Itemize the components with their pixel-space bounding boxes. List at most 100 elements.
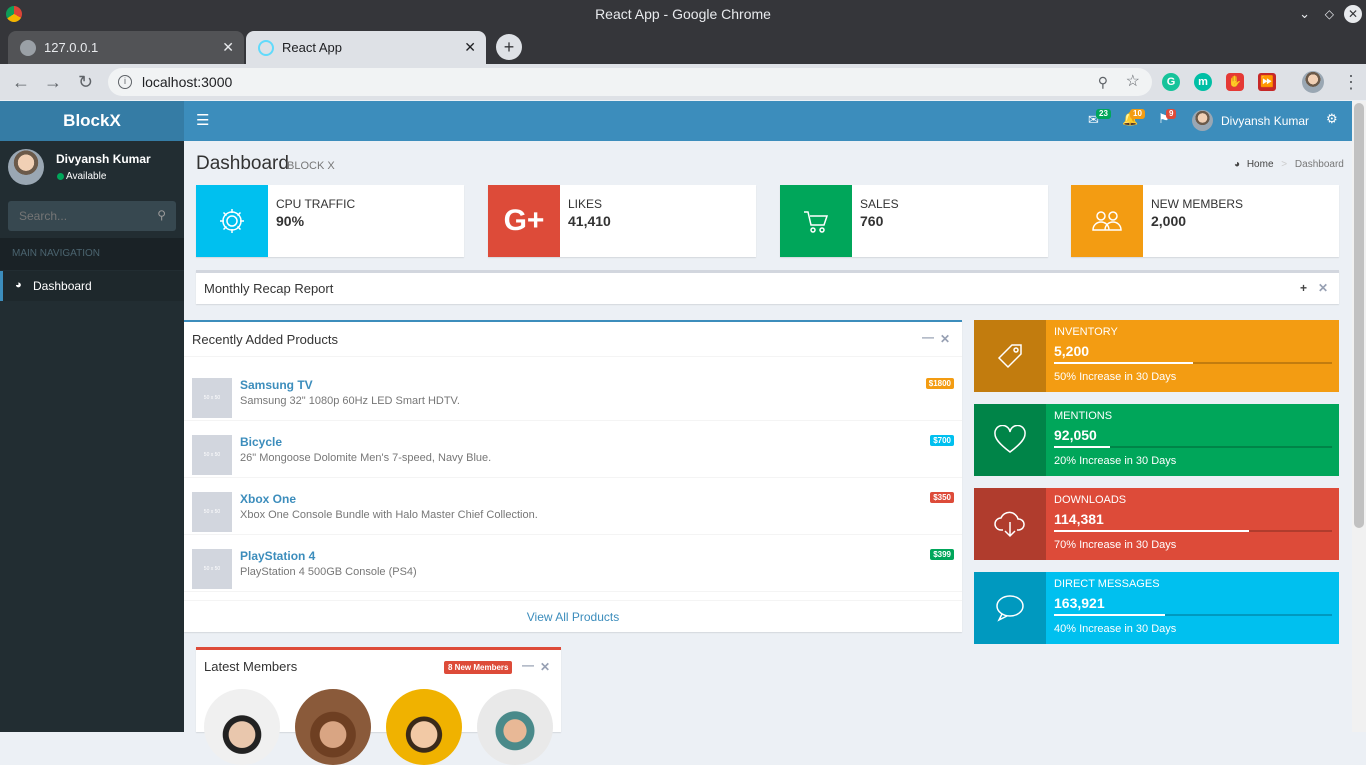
scrollbar-thumb[interactable] [1354,103,1364,528]
close-tab-icon[interactable]: ✕ [464,31,476,64]
brand-logo[interactable]: BlockX [0,101,184,141]
info-box-label: SALES [860,197,899,211]
price-badge: $700 [930,435,954,446]
tab-label: React App [282,40,342,55]
stat-box-downloads: DOWNLOADS 114,381 70% Increase in 30 Day… [974,488,1339,560]
react-icon [258,40,274,56]
price-badge: $399 [930,549,954,560]
progress-fill [1054,614,1166,616]
close-window-icon[interactable]: ✕ [1344,5,1362,23]
product-thumbnail: 50 x 50 [192,492,232,532]
sidebar-search-box: ⚲ [8,201,176,231]
member-avatar[interactable] [477,689,553,765]
navbar-user-avatar[interactable] [1192,110,1213,131]
page-scrollbar[interactable] [1352,101,1366,732]
info-box-label: CPU TRAFFIC [276,197,356,211]
tab-react-app[interactable]: React App ✕ [246,31,486,64]
stop-extension-icon[interactable]: ✋ [1226,73,1244,91]
product-thumbnail: 50 x 50 [192,378,232,418]
monthly-recap-box: Monthly Recap Report + ✕ [196,270,1339,304]
info-box-sales: SALES 760 [780,185,1048,257]
maximize-icon[interactable]: ◇ [1325,0,1334,28]
view-all-products-link[interactable]: View All Products [527,610,620,624]
back-icon[interactable]: ← [12,72,30,92]
profile-avatar[interactable] [1302,71,1324,93]
grammarly-extension-icon[interactable]: G [1162,73,1180,91]
member-avatar[interactable] [295,689,371,765]
product-description: Xbox One Console Bundle with Halo Master… [240,509,538,521]
search-input[interactable] [8,201,148,231]
sidebar-user-name: Divyansh Kumar [56,152,151,166]
user-status: Available [66,171,107,182]
info-box-cpu-traffic: CPU TRAFFIC 90% [196,185,464,257]
stat-value: 5,200 [1054,343,1090,359]
box-title: Latest Members [204,659,298,674]
zoom-icon[interactable]: ⚲ [1098,68,1108,96]
stat-description: 50% Increase in 30 Days [1054,371,1177,383]
menu-kebab-icon[interactable]: ⋮ [1342,72,1360,92]
product-item: 50 x 50 Bicycle 26" Mongoose Dolomite Me… [184,421,962,478]
m-extension-icon[interactable]: m [1194,73,1212,91]
product-name-link[interactable]: Xbox One [240,492,296,506]
breadcrumb-home[interactable]: Home [1247,159,1274,170]
breadcrumb-current: Dashboard [1294,159,1344,170]
online-status-icon [57,173,64,180]
sidebar-item-label: Dashboard [33,279,92,293]
collapse-minus-icon[interactable]: — [522,658,534,672]
tab-label: 127.0.0.1 [44,40,99,55]
navbar-user-name[interactable]: Divyansh Kumar [1221,114,1309,128]
media-extension-icon[interactable]: ⏩ [1258,73,1276,91]
sidebar-item-dashboard[interactable]: ◕ Dashboard [0,271,184,301]
url-input[interactable]: i localhost:3000 ⚲ ☆ [108,68,1152,96]
cart-icon [780,185,852,257]
chat-icon [974,572,1046,644]
tab-127[interactable]: 127.0.0.1 ✕ [8,31,244,64]
member-avatar[interactable] [386,689,462,765]
forward-icon[interactable]: → [44,72,62,92]
stat-value: 92,050 [1054,427,1097,443]
progress-bar [1054,530,1332,532]
expand-plus-icon[interactable]: + [1300,281,1307,295]
info-icon[interactable]: i [118,75,132,89]
new-members-badge: 8 New Members [444,661,513,674]
progress-bar [1054,614,1332,616]
stat-label: DOWNLOADS [1054,494,1127,506]
close-icon[interactable]: ✕ [540,660,550,674]
info-box-value: 90% [276,213,305,229]
info-box-value: 760 [860,213,884,229]
product-name-link[interactable]: Samsung TV [240,378,313,392]
heart-icon [974,404,1046,476]
window-titlebar: React App - Google Chrome ⌄ ◇ ✕ [0,0,1366,28]
reload-icon[interactable]: ↻ [78,72,93,92]
chrome-logo-icon [6,6,22,22]
stat-value: 114,381 [1054,511,1104,527]
page-title: Dashboard [196,153,289,174]
alerts-badge: 10 [1130,109,1145,119]
info-box-value: 41,410 [568,213,611,229]
breadcrumb-separator: > [1281,159,1288,170]
product-name-link[interactable]: PlayStation 4 [240,549,315,563]
product-name-link[interactable]: Bicycle [240,435,282,449]
minimize-icon[interactable]: ⌄ [1299,0,1310,28]
stat-label: INVENTORY [1054,326,1118,338]
gear-icon [196,185,268,257]
close-tab-icon[interactable]: ✕ [222,31,234,64]
info-box-new-members: NEW MEMBERS 2,000 [1071,185,1339,257]
close-icon[interactable]: ✕ [1318,281,1328,295]
top-navbar: ☰ ✉ 23 🔔 10 ⚑ 9 Divyansh Kumar ⚙ [184,101,1352,141]
close-icon[interactable]: ✕ [940,332,950,346]
box-title: Monthly Recap Report [204,281,334,296]
stat-description: 20% Increase in 30 Days [1054,455,1177,467]
product-thumbnail: 50 x 50 [192,549,232,589]
new-tab-button[interactable]: + [496,34,522,60]
product-item: 50 x 50 Samsung TV Samsung 32" 1080p 60H… [184,364,962,421]
member-avatar[interactable] [204,689,280,765]
collapse-minus-icon[interactable]: — [922,330,934,344]
price-badge: $350 [930,492,954,503]
sidebar-toggle-icon[interactable]: ☰ [196,111,209,129]
stat-label: DIRECT MESSAGES [1054,578,1160,590]
settings-gears-icon[interactable]: ⚙ [1326,111,1338,127]
search-icon[interactable]: ⚲ [157,208,166,222]
bookmark-star-icon[interactable]: ☆ [1126,68,1140,96]
user-avatar [8,149,44,185]
